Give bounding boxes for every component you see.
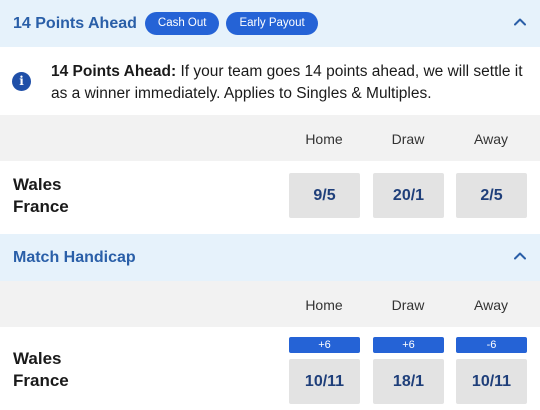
handicap-badge-away: -6 (456, 337, 527, 353)
odds-button-away[interactable]: 10/11 (456, 359, 527, 404)
handicap-badge-home: +6 (289, 337, 360, 353)
section-header-14-points-ahead[interactable]: 14 Points Ahead Cash Out Early Payout (0, 0, 540, 47)
team-away: France (13, 197, 69, 216)
match-row: Wales France +6 +6 -6 10/11 18/1 10/11 (0, 327, 540, 410)
column-draw: Draw (391, 131, 425, 147)
handicap-badge-draw: +6 (373, 337, 444, 353)
section-title: Match Handicap (13, 248, 136, 266)
column-header-row: Home Draw Away (0, 115, 540, 161)
chevron-up-icon[interactable] (514, 250, 526, 262)
odds-button-draw[interactable]: 18/1 (373, 359, 444, 404)
info-icon: i (12, 72, 31, 91)
section-title: 14 Points Ahead (13, 14, 137, 32)
column-home: Home (305, 297, 343, 313)
column-away: Away (474, 131, 508, 147)
info-text-bold: 14 Points Ahead: (51, 63, 177, 80)
cash-out-badge: Cash Out (144, 12, 220, 35)
column-home: Home (305, 131, 343, 147)
section-header-match-handicap[interactable]: Match Handicap (0, 234, 540, 281)
team-away: France (13, 371, 69, 390)
info-text: 14 Points Ahead: If your team goes 14 po… (51, 61, 531, 105)
early-payout-badge: Early Payout (226, 12, 318, 35)
odds-button-draw[interactable]: 20/1 (373, 173, 444, 218)
odds-button-away[interactable]: 2/5 (456, 173, 527, 218)
column-header-row: Home Draw Away (0, 281, 540, 327)
chevron-up-icon[interactable] (514, 16, 526, 28)
team-home: Wales (13, 175, 62, 194)
teams: Wales France (13, 348, 69, 392)
odds-button-home[interactable]: 9/5 (289, 173, 360, 218)
column-draw: Draw (391, 297, 425, 313)
teams: Wales France (13, 174, 69, 218)
odds-button-home[interactable]: 10/11 (289, 359, 360, 404)
team-home: Wales (13, 349, 62, 368)
match-row: Wales France 9/5 20/1 2/5 (0, 161, 540, 234)
column-away: Away (474, 297, 508, 313)
